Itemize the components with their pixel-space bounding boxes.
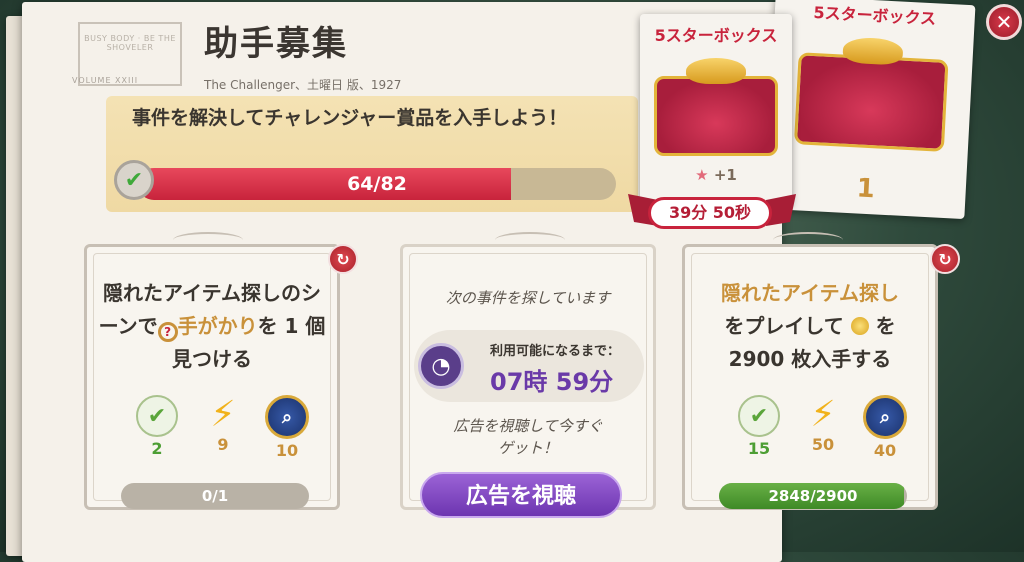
newspaper-volume: VOLUME XXIII — [72, 76, 139, 85]
reward-energy: ⚡ 50 — [801, 393, 845, 455]
box-timer: 39分 50秒 — [648, 197, 772, 229]
task-progress-bar: 0/1 — [121, 483, 309, 509]
magnifier-badge-icon: ⌕ — [265, 395, 309, 439]
task-card-right: 隠れたアイテム探し をプレイして を 2900 枚入手する ✔ 15 ⚡ 50 … — [682, 244, 938, 510]
box-title: 5スターボックス — [654, 26, 778, 45]
refresh-button-right[interactable]: ↻ — [930, 244, 960, 274]
challenge-text: 事件を解決してチャレンジャー賞品を入手しよう！ — [132, 107, 568, 129]
ad-description: 広告を視聴して今すぐ ゲット！ — [413, 415, 643, 459]
ad-text-line1: 広告を視聴して今すぐ — [453, 417, 603, 435]
task-line2: をプレイして を — [695, 310, 925, 343]
reward-value: 10 — [275, 441, 299, 460]
reward-check: ✔ 15 — [737, 395, 781, 458]
magnifier-badge-icon: ⌕ — [863, 395, 907, 439]
searching-status: 次の事件を探しています — [445, 289, 611, 307]
box-title: 5スターボックス — [813, 2, 937, 29]
task-text-accent: 手がかり — [177, 314, 258, 338]
task-line2-after: を — [875, 314, 896, 338]
star-rank-icon: ★ — [695, 166, 709, 184]
gift-box-icon — [654, 76, 778, 156]
task-description: 隠れたアイテム探しのシーンで? 手がかりを 1 個見つける — [97, 277, 327, 376]
check-plus-icon: ✔ — [136, 395, 178, 437]
reward-value: 15 — [747, 439, 771, 458]
challenge-progress-bar: 64/82 — [138, 168, 616, 200]
reward-value: 9 — [217, 435, 229, 454]
task-line3: 2900 枚入手する — [728, 347, 892, 371]
timer-value: 07時 59分 — [490, 368, 614, 396]
reward-value: 50 — [811, 435, 835, 454]
task-progress-bar: 2848/2900 — [719, 483, 907, 509]
close-button[interactable]: ✕ — [986, 4, 1022, 40]
box-bonus: ★ +1 — [640, 166, 792, 184]
ad-text-line2: ゲット！ — [497, 439, 558, 457]
byline: The Challenger、土曜日 版、1927 — [204, 78, 402, 92]
reward-value: 2 — [151, 439, 163, 458]
reward-energy: ⚡ 9 — [201, 393, 245, 455]
task-progress-text: 2848/2900 — [768, 487, 858, 505]
task-progress-text: 0/1 — [201, 487, 229, 505]
lightning-icon: ⚡ — [810, 393, 836, 435]
refresh-button-left[interactable]: ↻ — [328, 244, 358, 274]
page-title: 助手募集 — [204, 24, 348, 64]
reward-check: ✔ 2 — [135, 395, 179, 458]
gift-box-icon — [793, 52, 949, 152]
check-badge-icon: ✔ — [114, 160, 154, 200]
task-line2-text: をプレイして — [724, 314, 844, 338]
coin-icon — [850, 317, 869, 335]
available-label: 利用可能になるまで： — [490, 344, 621, 359]
task-line1: 隠れたアイテム探し — [721, 281, 899, 305]
box-card-front[interactable]: 5スターボックス ★ +1 — [640, 14, 792, 206]
lightning-icon: ⚡ — [210, 393, 236, 435]
reward-value: 40 — [873, 441, 897, 460]
gift-bow — [686, 58, 746, 84]
watch-ad-button[interactable]: 広告を視聴 — [420, 472, 622, 518]
challenge-progress-text: 64/82 — [347, 173, 407, 195]
task-card-left: 隠れたアイテム探しのシーンで? 手がかりを 1 個見つける ✔ 2 ⚡ 9 ⌕ 1… — [84, 244, 340, 510]
task-description: 隠れたアイテム探し をプレイして を 2900 枚入手する — [695, 277, 925, 376]
clue-magnifier-icon: ? — [157, 322, 178, 342]
box-bonus-value: +1 — [713, 166, 737, 184]
close-icon: ✕ — [995, 10, 1013, 34]
reward-magnifier: ⌕ 40 — [863, 395, 907, 460]
reward-magnifier: ⌕ 10 — [265, 395, 309, 460]
box-card-back[interactable]: 5スターボックス 1 — [764, 0, 976, 220]
check-plus-icon: ✔ — [738, 395, 780, 437]
stopwatch-icon: ◔ — [418, 343, 464, 389]
